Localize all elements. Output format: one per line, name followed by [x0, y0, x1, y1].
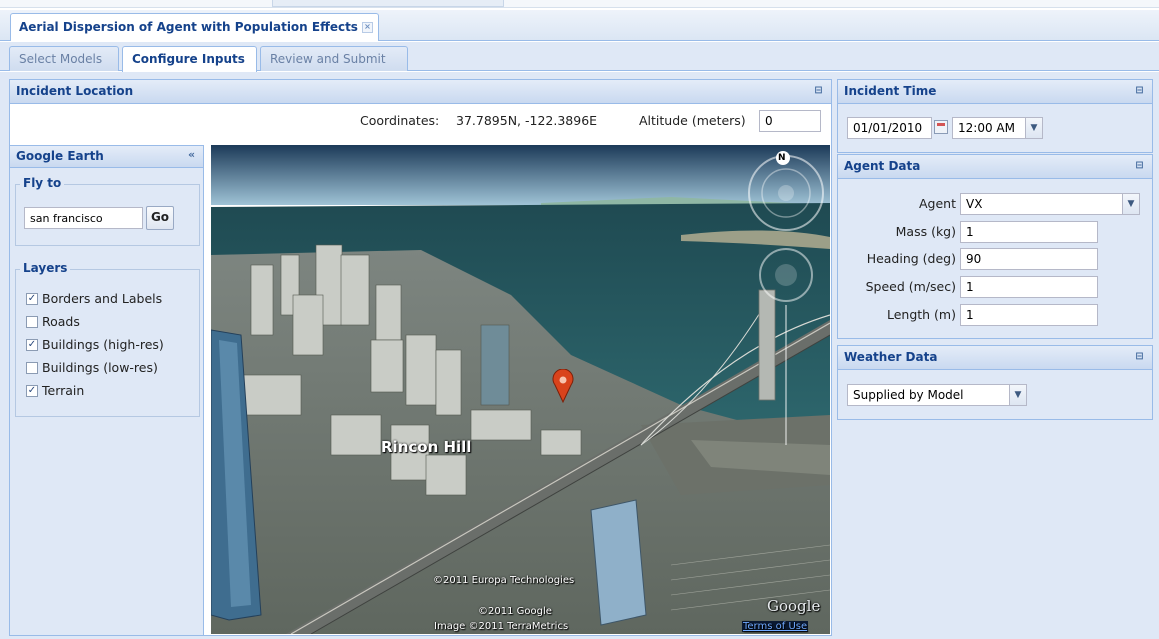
- tab-label: Select Models: [19, 52, 103, 66]
- layer-label: Terrain: [42, 383, 85, 398]
- agent-select[interactable]: VX ▼: [960, 193, 1140, 215]
- chevron-down-icon[interactable]: ▼: [1009, 385, 1026, 405]
- fly-to-input[interactable]: [24, 207, 143, 229]
- google-earth-map[interactable]: N Rincon Hill ©2011 Europa Technologies …: [211, 145, 830, 634]
- layer-terrain[interactable]: ✓ Terrain: [26, 383, 196, 401]
- compass-north-label[interactable]: N: [778, 153, 786, 163]
- restore-window-icon[interactable]: ⊟: [1134, 352, 1145, 363]
- speed-label: Speed (m/sec): [865, 279, 956, 294]
- layers-legend: Layers: [20, 261, 71, 275]
- panel-title: Agent Data: [844, 159, 921, 173]
- coordinates-value: 37.7895N, -122.3896E: [456, 113, 598, 128]
- map-credit-europa: ©2011 Europa Technologies: [433, 575, 575, 586]
- speed-input[interactable]: [960, 276, 1098, 298]
- google-earth-panel: Google Earth « Fly to Go Layers ✓ Border…: [9, 145, 204, 636]
- tab-label: Review and Submit: [270, 52, 386, 66]
- time-select[interactable]: 12:00 AM ▼: [952, 117, 1043, 139]
- google-earth-header: Google Earth «: [10, 146, 203, 168]
- map-marker-icon[interactable]: [551, 369, 575, 403]
- layer-label: Roads: [42, 314, 80, 329]
- document-tab-title: Aerial Dispersion of Agent with Populati…: [19, 20, 358, 34]
- collapse-icon[interactable]: «: [186, 149, 197, 161]
- layer-buildings-high-res[interactable]: ✓ Buildings (high-res): [26, 337, 196, 355]
- layer-label: Buildings (high-res): [42, 337, 164, 352]
- panel-title: Incident Location: [16, 84, 134, 98]
- weather-data-panel: Weather Data ⊟ Supplied by Model ▼: [837, 345, 1153, 420]
- weather-data-header: Weather Data ⊟: [838, 346, 1152, 370]
- panel-title: Weather Data: [844, 350, 938, 364]
- document-tab[interactable]: Aerial Dispersion of Agent with Populati…: [10, 13, 379, 41]
- map-credit-google: ©2011 Google: [478, 606, 552, 617]
- panel-title: Google Earth: [16, 149, 104, 163]
- altitude-label: Altitude (meters): [639, 113, 746, 128]
- incident-time-header: Incident Time ⊟: [838, 80, 1152, 104]
- coordinates-label: Coordinates:: [360, 113, 440, 128]
- heading-input[interactable]: [960, 248, 1098, 270]
- date-input[interactable]: [847, 117, 932, 139]
- tab-label: Configure Inputs: [132, 52, 245, 66]
- restore-window-icon[interactable]: ⊟: [1134, 86, 1145, 97]
- length-label: Length (m): [886, 307, 956, 322]
- panel-title: Incident Time: [844, 84, 937, 98]
- checkbox-checked[interactable]: ✓: [26, 385, 38, 397]
- agent-label: Agent: [919, 196, 956, 211]
- map-imagery: [211, 145, 830, 634]
- layer-borders-and-labels[interactable]: ✓ Borders and Labels: [26, 291, 196, 309]
- tab-configure-inputs[interactable]: Configure Inputs: [122, 46, 257, 72]
- heading-label: Heading (deg): [866, 251, 956, 266]
- checkbox-unchecked[interactable]: [26, 316, 38, 328]
- tab-select-models[interactable]: Select Models: [9, 46, 119, 71]
- google-logo: Google: [767, 597, 821, 615]
- date-picker[interactable]: [847, 117, 949, 139]
- calendar-icon[interactable]: [934, 120, 948, 134]
- agent-data-header: Agent Data ⊟: [838, 155, 1152, 179]
- layer-roads[interactable]: Roads: [26, 314, 196, 332]
- fly-to-legend: Fly to: [20, 176, 65, 190]
- layer-buildings-low-res[interactable]: Buildings (low-res): [26, 360, 196, 378]
- location-toolbar: Coordinates: 37.7895N, -122.3896E Altitu…: [10, 104, 831, 145]
- weather-source-value: Supplied by Model: [853, 388, 964, 402]
- place-label-rincon-hill: Rincon Hill: [381, 438, 472, 456]
- weather-source-select[interactable]: Supplied by Model ▼: [847, 384, 1027, 406]
- tab-review-and-submit[interactable]: Review and Submit: [260, 46, 408, 71]
- close-icon[interactable]: ×: [361, 22, 373, 33]
- mass-label: Mass (kg): [895, 224, 956, 239]
- map-credit-terrametrics: Image ©2011 TerraMetrics: [434, 621, 569, 632]
- mass-input[interactable]: [960, 221, 1098, 243]
- go-button[interactable]: Go: [146, 206, 174, 230]
- chevron-down-icon[interactable]: ▼: [1025, 118, 1042, 138]
- incident-time-panel: Incident Time ⊟ 12:00 AM ▼: [837, 79, 1153, 153]
- checkbox-checked[interactable]: ✓: [26, 339, 38, 351]
- incident-location-header: Incident Location ⊟: [10, 80, 831, 104]
- restore-window-icon[interactable]: ⊟: [813, 86, 824, 97]
- layer-label: Borders and Labels: [42, 291, 163, 306]
- window-top-strip: [0, 0, 1159, 8]
- time-value: 12:00 AM: [958, 121, 1015, 135]
- altitude-input[interactable]: [759, 110, 821, 132]
- agent-value: VX: [966, 197, 983, 211]
- layer-label: Buildings (low-res): [42, 360, 158, 375]
- agent-data-panel: Agent Data ⊟ Agent VX ▼ Mass (kg) Headin…: [837, 154, 1153, 339]
- restore-window-icon[interactable]: ⊟: [1134, 161, 1145, 172]
- checkbox-unchecked[interactable]: [26, 362, 38, 374]
- chevron-down-icon[interactable]: ▼: [1122, 194, 1139, 214]
- terms-of-use-link[interactable]: Terms of Use: [742, 621, 809, 632]
- checkbox-checked[interactable]: ✓: [26, 293, 38, 305]
- length-input[interactable]: [960, 304, 1098, 326]
